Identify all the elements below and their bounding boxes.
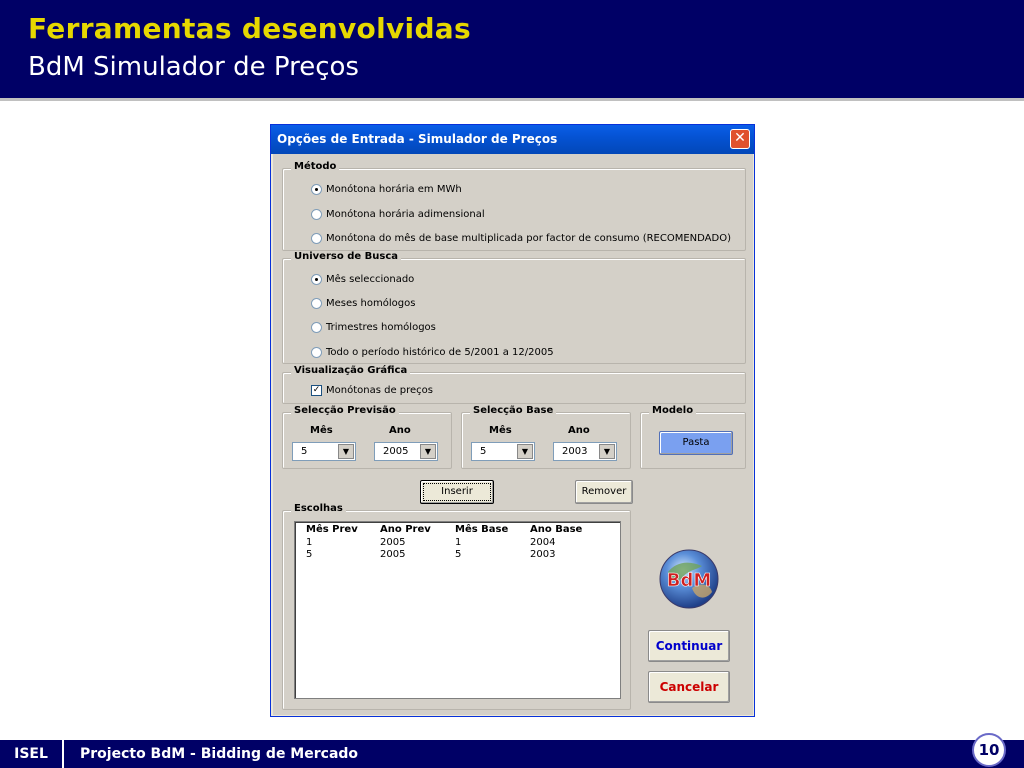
escolhas-legend: Escolhas [291,503,346,514]
list-cell[interactable]: 5 [455,549,461,560]
universo-group: Universo de Busca Mês seleccionado Meses… [282,251,746,364]
cancelar-label: Cancelar [659,680,719,694]
footer-org: ISEL [0,740,64,768]
metodo-group: Método Monótona horária em MWh Monótona … [282,161,746,251]
universo-option-meses[interactable]: Meses homólogos [311,296,415,310]
visualizacao-legend: Visualização Gráfica [291,365,411,376]
metodo-legend: Método [291,161,340,172]
modelo-legend: Modelo [649,405,697,416]
base-ano-label: Ano [568,425,590,436]
universo-option-label: Todo o período histórico de 5/2001 a 12/… [326,346,554,358]
metodo-option-adimensional[interactable]: Monótona horária adimensional [311,207,485,221]
escolhas-list[interactable]: Mês Prev Ano Prev Mês Base Ano Base 1 20… [294,521,621,699]
slide-footer: ISEL Projecto BdM - Bidding de Mercado [0,740,1024,768]
dialog-title: Opções de Entrada - Simulador de Preços [277,132,558,146]
dialog-titlebar[interactable]: Opções de Entrada - Simulador de Preços … [271,125,754,154]
chevron-down-icon[interactable]: ▼ [517,444,533,459]
seleccao-previsao-group: Selecção Previsão Mês Ano 5 ▼ 2005 ▼ [282,405,452,469]
previsao-ano-label: Ano [389,425,411,436]
close-button[interactable]: ✕ [730,129,750,149]
radio-button[interactable] [311,232,322,244]
column-header-ano-prev: Ano Prev [380,524,431,535]
dialog-client-area: Método Monótona horária em MWh Monótona … [273,154,753,715]
base-mes-label: Mês [489,425,512,436]
base-ano-select[interactable]: 2003 ▼ [553,442,617,461]
universo-option-mes[interactable]: Mês seleccionado [311,272,414,286]
visualizacao-group: Visualização Gráfica ✓ Monótonas de preço… [282,365,746,404]
radio-button[interactable] [311,273,322,285]
universo-option-todo[interactable]: Todo o período histórico de 5/2001 a 12/… [311,345,554,359]
cancelar-button[interactable]: Cancelar [648,671,730,703]
slide-title: Ferramentas desenvolvidas [28,12,471,45]
page-number: 10 [972,733,1006,767]
chevron-down-icon[interactable]: ▼ [599,444,615,459]
list-cell[interactable]: 5 [306,549,312,560]
radio-button[interactable] [311,346,322,358]
radio-button[interactable] [311,321,322,333]
previsao-ano-select[interactable]: 2005 ▼ [374,442,438,461]
universo-option-label: Trimestres homólogos [326,321,436,333]
column-header-ano-base: Ano Base [530,524,583,535]
monotonas-checkbox-row[interactable]: ✓ Monótonas de preços [311,383,433,397]
seleccao-base-legend: Selecção Base [470,405,557,416]
radio-button[interactable] [311,297,322,309]
pasta-button[interactable]: Pasta [659,431,733,455]
escolhas-group: Escolhas Mês Prev Ano Prev Mês Base Ano … [282,503,631,710]
previsao-mes-value: 5 [301,446,308,457]
inserir-button[interactable]: Inserir [420,480,494,504]
base-mes-value: 5 [480,446,487,457]
bdm-logo-icon: BdM [659,549,719,609]
chevron-down-icon[interactable]: ▼ [338,444,354,459]
metodo-option-label: Monótona horária adimensional [326,208,485,220]
radio-button[interactable] [311,183,322,195]
radio-button[interactable] [311,208,322,220]
seleccao-previsao-legend: Selecção Previsão [291,405,399,416]
previsao-mes-label: Mês [310,425,333,436]
metodo-option-label: Monótona horária em MWh [326,183,462,195]
list-cell[interactable]: 2005 [380,537,405,548]
base-mes-select[interactable]: 5 ▼ [471,442,535,461]
universo-legend: Universo de Busca [291,251,401,262]
list-cell[interactable]: 1 [455,537,461,548]
universo-option-label: Mês seleccionado [326,273,415,285]
slide-header: Ferramentas desenvolvidas BdM Simulador … [0,0,1024,101]
monotonas-checkbox[interactable]: ✓ [311,384,322,396]
monotonas-checkbox-label: Monótonas de preços [326,384,433,396]
continuar-button[interactable]: Continuar [648,630,730,662]
metodo-option-label: Monótona do mês de base multiplicada por… [326,232,731,244]
close-icon: ✕ [734,130,746,146]
slide-subtitle: BdM Simulador de Preços [28,52,359,82]
options-dialog: Opções de Entrada - Simulador de Preços … [270,124,755,717]
previsao-mes-select[interactable]: 5 ▼ [292,442,356,461]
chevron-down-icon[interactable]: ▼ [420,444,436,459]
list-cell[interactable]: 2003 [530,549,555,560]
list-cell[interactable]: 2004 [530,537,555,548]
logo-text: BdM [667,570,712,591]
previsao-ano-value: 2005 [383,446,409,457]
continuar-label: Continuar [655,639,723,653]
base-ano-value: 2003 [562,446,588,457]
column-header-mes-prev: Mês Prev [306,524,358,535]
list-cell[interactable]: 1 [306,537,312,548]
seleccao-base-group: Selecção Base Mês Ano 5 ▼ 2003 ▼ [461,405,631,469]
list-cell[interactable]: 2005 [380,549,405,560]
metodo-option-mwh[interactable]: Monótona horária em MWh [311,182,462,196]
universo-option-trimestres[interactable]: Trimestres homólogos [311,320,436,334]
universo-option-label: Meses homólogos [326,297,416,309]
column-header-mes-base: Mês Base [455,524,509,535]
modelo-group: Modelo Pasta [640,405,746,469]
metodo-option-factor[interactable]: Monótona do mês de base multiplicada por… [311,231,731,245]
footer-text: Projecto BdM - Bidding de Mercado [80,746,359,762]
remover-button[interactable]: Remover [575,480,633,504]
